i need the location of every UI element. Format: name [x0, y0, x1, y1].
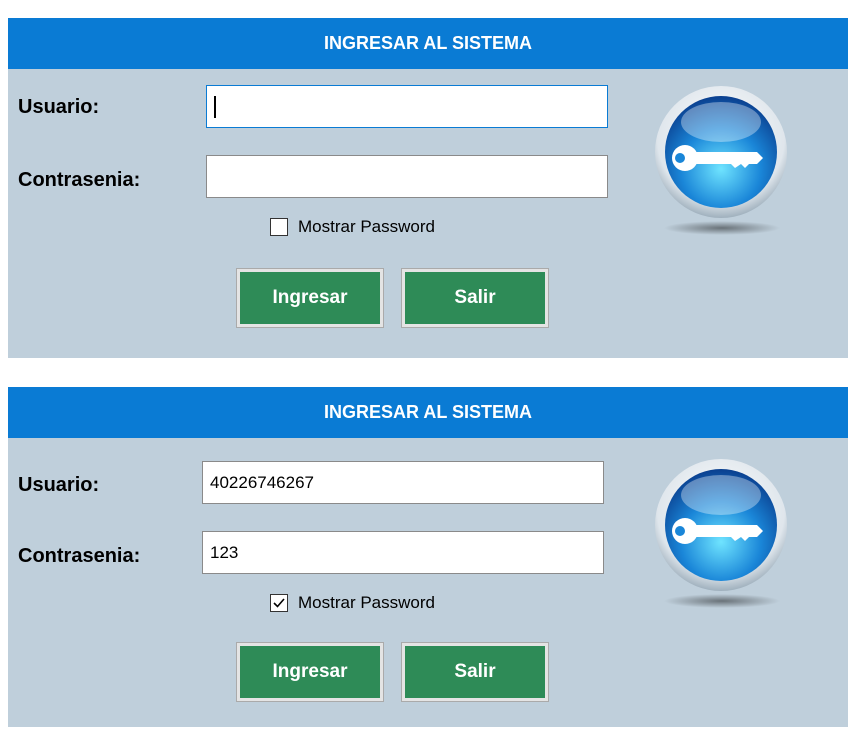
- panel-title: INGRESAR AL SISTEMA: [8, 387, 848, 438]
- exit-button-frame: Salir: [401, 268, 549, 328]
- usuario-input[interactable]: [206, 85, 608, 128]
- exit-button[interactable]: Salir: [405, 646, 545, 698]
- show-password-label: Mostrar Password: [298, 217, 435, 236]
- login-button[interactable]: Ingresar: [240, 272, 380, 324]
- usuario-value: 40226746267: [210, 472, 315, 492]
- contrasena-label: Contrasenia:: [18, 545, 141, 567]
- usuario-label: Usuario:: [18, 474, 100, 496]
- login-panel-1: INGRESAR AL SISTEMA Usuario: Contrasenia…: [8, 18, 848, 358]
- key-icon: [655, 86, 787, 235]
- usuario-input[interactable]: 40226746267: [202, 461, 604, 504]
- panel-title: INGRESAR AL SISTEMA: [8, 18, 848, 69]
- contrasena-input[interactable]: 123: [202, 531, 604, 574]
- exit-button[interactable]: Salir: [405, 272, 545, 324]
- login-button-frame: Ingresar: [236, 268, 384, 328]
- show-password-label: Mostrar Password: [298, 593, 435, 612]
- show-password-row: Mostrar Password: [270, 593, 435, 613]
- contrasena-value: 123: [210, 542, 239, 562]
- checkmark-icon: [273, 598, 285, 608]
- usuario-label: Usuario:: [18, 96, 100, 118]
- show-password-checkbox[interactable]: [270, 594, 288, 612]
- login-button-frame: Ingresar: [236, 642, 384, 702]
- login-panel-2: INGRESAR AL SISTEMA Usuario: 40226746267…: [8, 387, 848, 727]
- key-icon: [655, 459, 787, 608]
- login-button[interactable]: Ingresar: [240, 646, 380, 698]
- show-password-checkbox[interactable]: [270, 218, 288, 236]
- exit-button-frame: Salir: [401, 642, 549, 702]
- show-password-row: Mostrar Password: [270, 217, 435, 237]
- contrasena-label: Contrasenia:: [18, 169, 141, 191]
- contrasena-input[interactable]: [206, 155, 608, 198]
- text-caret: [214, 95, 216, 118]
